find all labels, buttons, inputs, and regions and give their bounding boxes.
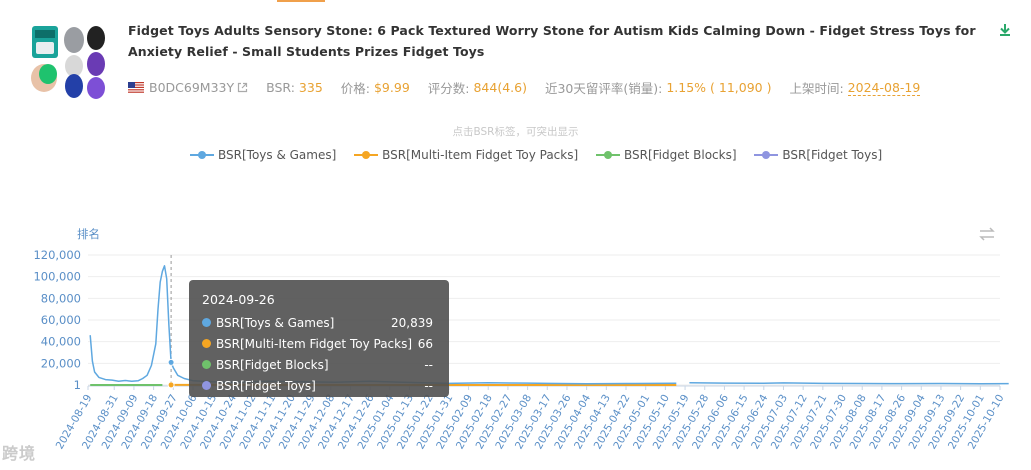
hover-point [167,381,175,389]
chart-tooltip: 2024-09-26 BSR[Toys & Games] 20,839 BSR[M… [189,280,449,397]
bsr-line-chart[interactable]: 120,000 100,000 80,000 60,000 40,000 20,000 1 2… [0,0,1031,470]
watermark: 跨境 [2,444,37,463]
tooltip-date: 2024-09-26 [202,292,275,307]
tooltip-series-value: 20,839 [391,316,433,330]
y-tick-label: 60,000 [41,313,81,327]
y-tick-label: 120,000 [33,248,81,262]
tooltip-series-name: BSR[Fidget Blocks] [216,358,329,372]
y-tick-label: 100,000 [33,270,81,284]
y-tick-label: 20,000 [41,356,81,370]
tooltip-series-value: 66 [417,337,433,351]
tooltip-row: BSR[Toys & Games] 20,839 [202,313,435,334]
series-dot-icon [202,381,211,390]
tooltip-row: BSR[Fidget Blocks] -- [202,355,435,376]
hover-point [167,358,175,366]
tooltip-row: BSR[Fidget Toys] -- [202,376,435,397]
y-axis-title: 排名 [77,227,100,241]
y-tick-label: 1 [74,378,81,392]
tooltip-series-name: BSR[Toys & Games] [216,316,335,330]
series-dot-icon [202,339,211,348]
tooltip-series-name: BSR[Multi-Item Fidget Toy Packs] [216,337,413,351]
y-tick-label: 40,000 [41,335,81,349]
series-dot-icon [202,360,211,369]
series-dot-icon [202,318,211,327]
tooltip-row: BSR[Multi-Item Fidget Toy Packs] 66 [202,334,435,355]
y-tick-label: 80,000 [41,291,81,305]
swap-arrows-icon[interactable] [978,226,996,242]
tooltip-series-value: -- [424,358,433,372]
tooltip-series-name: BSR[Fidget Toys] [216,379,316,393]
tooltip-series-value: -- [424,379,433,393]
